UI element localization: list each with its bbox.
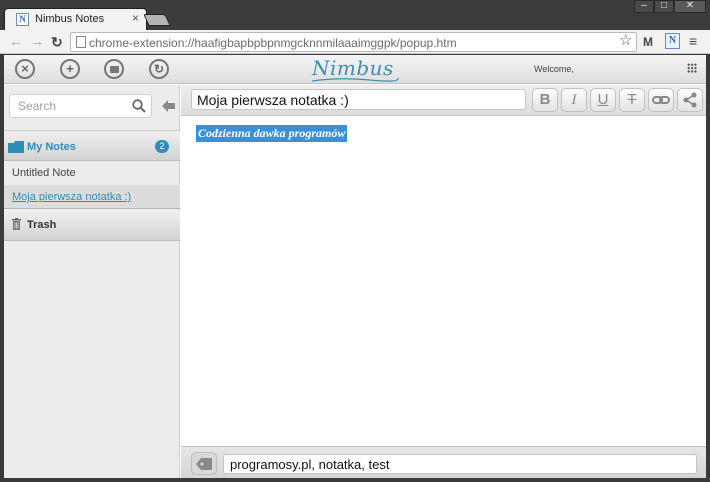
share-button[interactable] (677, 88, 703, 112)
editor-toolbar: B I U T (181, 85, 706, 116)
underline-button[interactable]: U (590, 88, 616, 112)
search-icon[interactable] (132, 99, 146, 113)
list-item[interactable]: Moja pierwsza notatka :) (4, 185, 180, 209)
browser-titlebar: N Nimbus Notes × – □ ✕ (0, 0, 710, 30)
new-tab-button[interactable] (143, 14, 171, 26)
address-bar[interactable]: chrome-extension://haafigbapbpbpnmgcknnm… (70, 32, 637, 52)
notebook-title: My Notes (27, 141, 76, 153)
close-icon[interactable]: × (15, 59, 35, 79)
italic-button[interactable]: I (561, 88, 587, 112)
note-editor[interactable]: Codzienna dawka programów (181, 116, 706, 446)
strikethrough-button[interactable]: T (619, 88, 645, 112)
tag-button[interactable] (191, 452, 217, 475)
share-icon (683, 92, 697, 108)
tags-bar (181, 446, 706, 478)
app-header: × + ↻ Nimbus Welcome, (4, 55, 706, 84)
link-icon (652, 96, 670, 104)
sync-icon[interactable]: ↻ (149, 59, 169, 79)
list-item[interactable]: Untitled Note (4, 161, 180, 185)
gmail-extension-icon[interactable]: M (643, 35, 653, 49)
maximize-button[interactable]: □ (654, 0, 674, 13)
sidebar: My Notes 2 Untitled Note Moja pierwsza n… (4, 85, 180, 478)
link-button[interactable] (648, 88, 674, 112)
tag-icon (196, 458, 212, 470)
trash-icon (12, 218, 21, 230)
reload-icon[interactable]: ↻ (51, 34, 63, 51)
tab-close-icon[interactable]: × (132, 11, 139, 25)
close-window-button[interactable]: ✕ (674, 0, 706, 13)
collapse-sidebar-icon[interactable] (161, 99, 176, 113)
welcome-text: Welcome, (534, 64, 574, 74)
nimbus-favicon-icon: N (16, 13, 29, 26)
apps-grid-icon[interactable] (687, 63, 697, 73)
browser-toolbar: ← → ↻ chrome-extension://haafigbapbpbpnm… (0, 30, 710, 54)
url-text: chrome-extension://haafigbapbpbpnmgcknnm… (89, 36, 457, 50)
logo-swoosh-icon (311, 77, 399, 82)
minimize-button[interactable]: – (634, 0, 654, 13)
back-arrow-icon[interactable]: ← (9, 34, 23, 48)
forward-arrow-icon[interactable]: → (30, 34, 44, 48)
notes-count-badge: 2 (155, 140, 169, 153)
trash-label: Trash (27, 219, 57, 231)
window-controls: – □ ✕ (634, 0, 706, 14)
bookmark-star-icon[interactable]: ☆ (619, 33, 632, 48)
selected-text: Codzienna dawka programów (196, 125, 348, 142)
search-input[interactable] (18, 99, 128, 113)
trash-folder[interactable]: Trash (4, 210, 180, 241)
page-icon (76, 36, 86, 48)
chrome-menu-icon[interactable]: ≡ (689, 33, 697, 49)
tags-input[interactable] (223, 454, 697, 474)
notebook-folder-icon (8, 141, 24, 153)
add-icon[interactable]: + (60, 59, 80, 79)
note-title-input[interactable] (191, 89, 526, 110)
notebook-my-notes[interactable]: My Notes 2 (4, 130, 180, 161)
nimbus-extension-icon[interactable]: N (665, 33, 680, 49)
search-box (9, 94, 152, 118)
nimbus-app: × + ↻ Nimbus Welcome, My Notes 2 (4, 55, 706, 478)
browser-tab[interactable]: N Nimbus Notes × (4, 8, 147, 30)
tab-title: Nimbus Notes (35, 13, 105, 25)
bold-button[interactable]: B (532, 88, 558, 112)
folder-icon[interactable] (104, 59, 124, 79)
